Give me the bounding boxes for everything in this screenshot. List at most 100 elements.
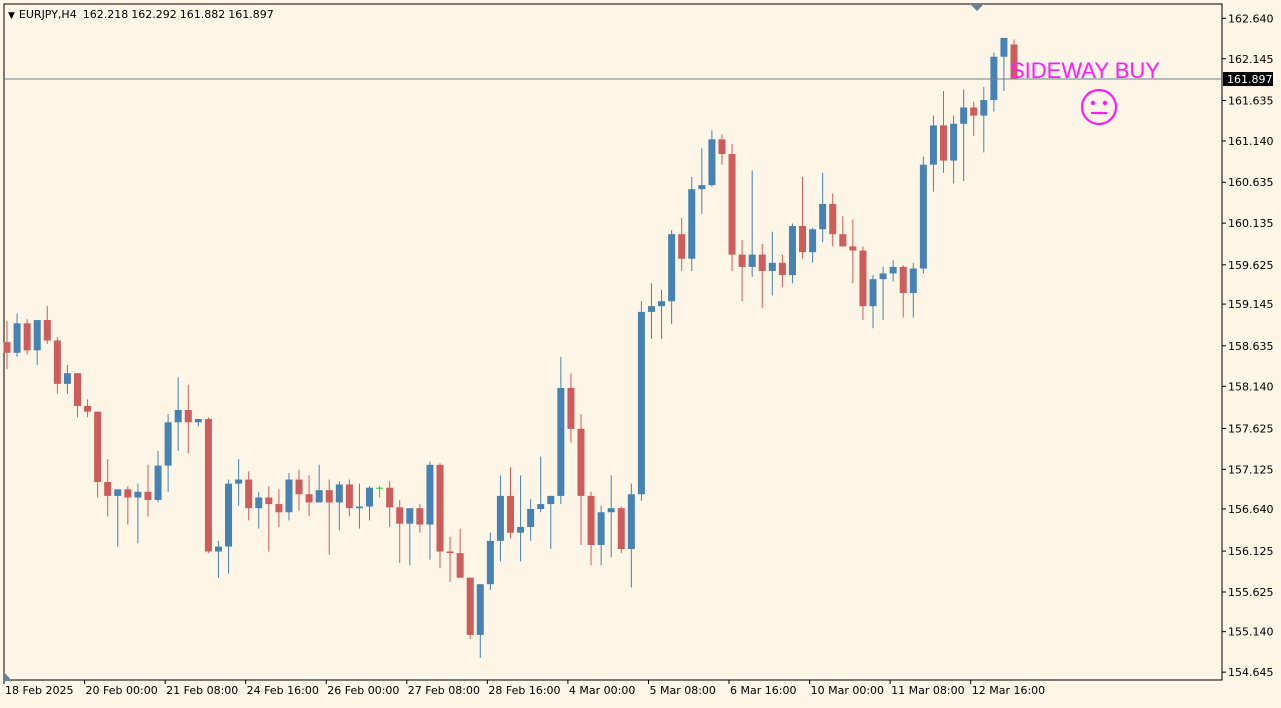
x-tick-label: 20 Feb 00:00 [86,684,158,697]
signal-label: SIDEWAY BUY [1010,58,1160,83]
candle-body [849,246,857,251]
candle-body [738,254,746,267]
x-tick-label: 5 Mar 08:00 [649,684,715,697]
y-tick-label: 159.625 [1228,259,1274,272]
candle-body [214,546,222,552]
y-tick-label: 157.625 [1228,422,1274,435]
candle-body [225,483,233,547]
candle-body [728,154,736,255]
candle-body [63,373,71,384]
candle-body [960,107,968,124]
candle-body [607,508,615,513]
candle-body [476,584,484,635]
candle-body [355,506,363,509]
collapse-triangle-icon[interactable]: ▼ [8,11,15,21]
candle-body [617,508,625,550]
x-tick-label: 26 Feb 00:00 [327,684,399,697]
y-tick-label: 158.140 [1228,380,1274,393]
candle-body [698,185,706,190]
y-tick-label: 161.635 [1228,94,1274,107]
x-tick-label: 11 Mar 08:00 [891,684,964,697]
candle-body [345,484,353,509]
candle-body [507,495,514,533]
y-tick-label: 161.140 [1228,135,1274,148]
candle-body [869,279,877,307]
candle-body [386,487,394,508]
candle-body [819,203,827,230]
candle-body [537,504,545,509]
x-tick-label: 21 Feb 08:00 [166,684,238,697]
candle-body [124,489,132,498]
neutral-face-icon [1080,88,1118,126]
candle-body [446,551,454,554]
y-tick-label: 156.125 [1228,545,1274,558]
candle-body [114,489,122,496]
candle-body [647,306,655,312]
candle-body [980,100,988,116]
candle-body [366,487,374,507]
candle-body [859,250,867,307]
scroll-marker [4,672,12,681]
candle-body [567,387,575,429]
candle-body [839,234,847,247]
x-tick-label: 28 Feb 16:00 [488,684,560,697]
candle-body [53,340,61,384]
candle-body [376,487,384,489]
candle-body [768,262,776,271]
ohlc-values: 162.218 162.292 161.882 161.897 [83,8,277,21]
close-value: 161.897 [228,8,274,21]
x-tick-label: 18 Feb 2025 [5,684,73,697]
candle-body [94,411,102,482]
candle-body [456,553,464,578]
candle-body [829,203,837,235]
y-tick-label: 158.635 [1228,340,1274,353]
high-value: 162.292 [131,8,177,21]
candle-body [466,577,474,635]
candle-body [637,311,645,495]
x-tick-label: 6 Mar 16:00 [730,684,796,697]
candle-body [104,481,112,496]
candle-body [43,320,51,341]
candle-body [708,139,716,186]
candle-body [889,266,897,274]
candle-body [204,419,212,552]
candle-body [335,484,343,503]
candle-body [406,508,414,524]
candle-body [688,189,696,259]
candle-body [255,497,263,509]
candle-body [919,164,927,269]
candle-body [718,139,726,155]
chart-window: 162.640 162.145 161.635 161.140 160.635 160.1… [0,0,1281,708]
candle-body [235,479,243,484]
y-tick-label: 159.145 [1228,298,1274,311]
candle-body [245,479,253,509]
y-tick-label: 155.625 [1228,586,1274,599]
candle-body [627,494,635,550]
y-tick-label: 154.645 [1228,666,1274,679]
candle-body [496,495,504,541]
candle-body [879,273,887,280]
candle-body [547,495,555,505]
y-tick-label: 157.125 [1228,463,1274,476]
candle-body [577,428,585,496]
candle-body [748,254,756,267]
candle-body [970,107,978,116]
candle-body [950,123,958,161]
candle-body [265,497,273,505]
plot-frame [3,3,1223,681]
y-tick-label: 156.640 [1228,503,1274,516]
candle-body [285,479,293,513]
x-tick-label: 27 Feb 08:00 [408,684,480,697]
x-tick-label: 10 Mar 00:00 [811,684,884,697]
candle-body [315,490,323,503]
candle-body [809,229,817,253]
candle-body [517,526,525,533]
candle-body [527,508,535,527]
candle-body [668,234,676,302]
candle-body [184,410,192,423]
candle-body [436,464,444,552]
candle-body [396,507,404,524]
candle-body [658,301,666,307]
candle-body [13,323,21,353]
candle-body [899,266,907,294]
